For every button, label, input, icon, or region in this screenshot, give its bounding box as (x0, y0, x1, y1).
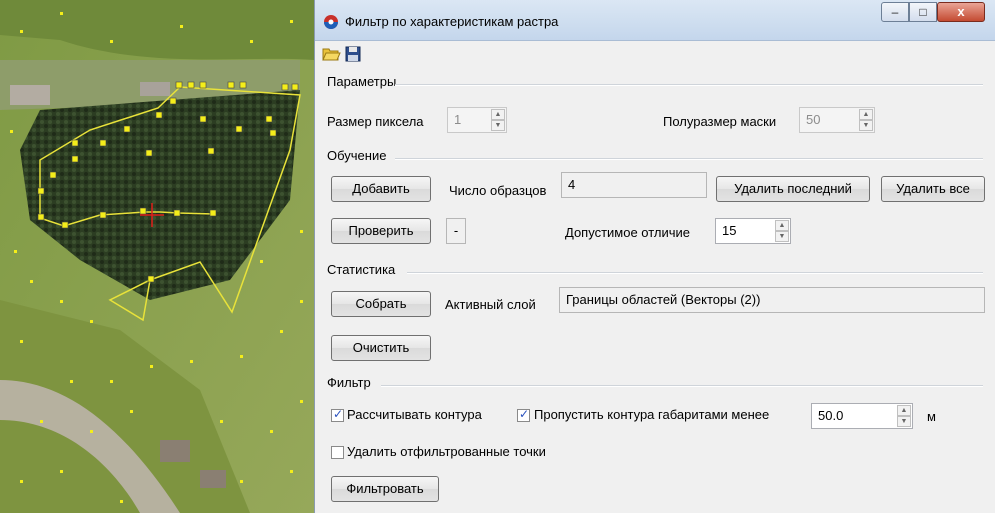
samples-count-field: 4 (561, 172, 707, 198)
mask-halfsize-label: Полуразмер маски (663, 114, 777, 129)
check-button[interactable]: Проверить (331, 218, 431, 244)
window-title: Фильтр по характеристикам растра (345, 14, 559, 29)
divider (381, 385, 983, 387)
spin-up-icon[interactable]: ▲ (775, 220, 789, 231)
delete-last-button[interactable]: Удалить последний (716, 176, 870, 202)
spin-up-icon: ▲ (491, 109, 505, 120)
check-result: - (446, 218, 466, 244)
floppy-save-icon[interactable] (343, 44, 363, 64)
mask-halfsize-spinner: 50 ▲ ▼ (799, 107, 875, 133)
app-logo-icon (324, 15, 338, 29)
collect-button[interactable]: Собрать (331, 291, 431, 317)
delete-filtered-points-label[interactable]: Удалить отфильтрованные точки (347, 444, 546, 459)
aerial-map-view[interactable] (0, 0, 314, 513)
divider (395, 84, 983, 86)
pixel-size-label: Размер пиксела (327, 114, 424, 129)
raster-filter-dialog: Фильтр по характеристикам растра – □ x П… (314, 0, 995, 513)
delete-all-button[interactable]: Удалить все (881, 176, 985, 202)
minimize-icon: – (891, 5, 899, 19)
calc-contours-checkbox[interactable] (331, 407, 344, 422)
active-layer-label: Активный слой (445, 297, 536, 312)
skip-size-spinner[interactable]: 50.0 ▲ ▼ (811, 403, 913, 429)
delete-filtered-points-checkbox[interactable] (331, 446, 344, 459)
samples-count-label: Число образцов (449, 183, 547, 198)
tolerance-spinner[interactable]: 15 ▲ ▼ (715, 218, 791, 244)
spin-up-icon: ▲ (859, 109, 873, 120)
divider (395, 158, 983, 160)
calc-contours-label[interactable]: Рассчитывать контура (347, 407, 482, 422)
close-icon: x (957, 4, 965, 19)
skip-contours-label[interactable]: Пропустить контура габаритами менее (534, 407, 769, 422)
spin-down-icon: ▼ (491, 120, 505, 131)
spin-down-icon[interactable]: ▼ (897, 416, 911, 427)
maximize-button[interactable]: □ (909, 2, 937, 22)
close-button[interactable]: x (937, 2, 985, 22)
skip-contours-checkbox[interactable] (517, 407, 530, 422)
filter-button[interactable]: Фильтровать (331, 476, 439, 502)
spin-up-icon[interactable]: ▲ (897, 405, 911, 416)
folder-open-icon[interactable] (321, 44, 341, 64)
maximize-icon: □ (919, 5, 927, 19)
divider (407, 272, 983, 274)
minimize-button[interactable]: – (881, 2, 909, 22)
tolerance-value: 15 (722, 223, 737, 238)
spin-down-icon: ▼ (859, 120, 873, 131)
mask-halfsize-value: 50 (806, 112, 821, 127)
section-statistics: Статистика (327, 262, 396, 277)
spin-down-icon[interactable]: ▼ (775, 231, 789, 242)
tolerance-label: Допустимое отличие (565, 225, 691, 240)
unit-label: м (927, 409, 936, 424)
section-filter: Фильтр (327, 375, 371, 390)
title-bar[interactable]: Фильтр по характеристикам растра – □ x (315, 0, 995, 41)
pixel-size-value: 1 (454, 112, 462, 127)
section-training: Обучение (327, 148, 387, 163)
add-sample-button[interactable]: Добавить (331, 176, 431, 202)
clear-button[interactable]: Очистить (331, 335, 431, 361)
pixel-size-spinner: 1 ▲ ▼ (447, 107, 507, 133)
section-parameters: Параметры (327, 74, 397, 89)
active-layer-field: Границы областей (Векторы (2)) (559, 287, 985, 313)
skip-size-value: 50.0 (818, 408, 844, 423)
